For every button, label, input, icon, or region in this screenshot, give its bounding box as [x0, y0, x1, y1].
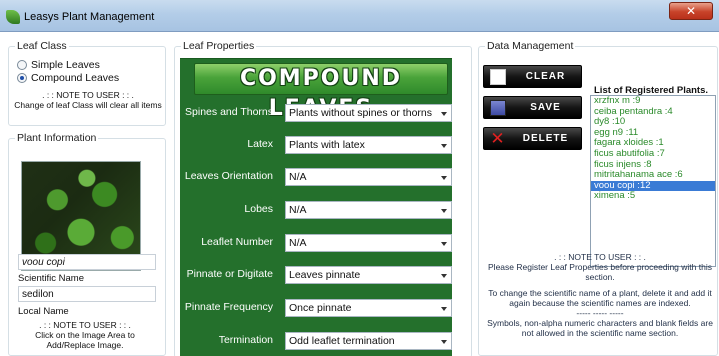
- compound-leaves-label: Compound Leaves: [31, 72, 120, 84]
- plant-information-title: Plant Information: [15, 132, 99, 144]
- chevron-down-icon: [441, 144, 447, 148]
- list-item[interactable]: fagara xloides :1: [591, 138, 715, 149]
- list-item[interactable]: xrzfnx m :9: [591, 96, 715, 107]
- leaf-class-group: Leaf Class Simple Leaves Compound Leaves…: [8, 40, 166, 126]
- leaf-class-note-heading: . : : NOTE TO USER : : .: [42, 90, 134, 100]
- list-item[interactable]: dy8 :10: [591, 117, 715, 128]
- chevron-down-icon: [441, 274, 447, 278]
- chevron-down-icon: [441, 307, 447, 311]
- scientific-name-field[interactable]: sedilon: [18, 286, 156, 302]
- clear-button-label: CLEAR: [525, 71, 566, 82]
- chevron-down-icon: [441, 242, 447, 246]
- plant-info-note-heading: . : : NOTE TO USER : : .: [39, 320, 131, 330]
- chevron-down-icon: [441, 112, 447, 116]
- list-item[interactable]: egg n9 :11: [591, 128, 715, 139]
- latex-label: Latex: [247, 138, 273, 150]
- radio-icon: [17, 60, 27, 70]
- data-mgmt-note-1: Please Register Leaf Properties before p…: [488, 262, 712, 282]
- plant-app-icon: [6, 10, 20, 24]
- leaf-properties-title: Leaf Properties: [181, 40, 257, 52]
- leaflet-number-label: Leaflet Number: [201, 236, 273, 248]
- blank-page-icon: [490, 69, 506, 85]
- plant-info-note: Click on the Image Area to Add/Replace I…: [35, 330, 135, 350]
- list-item[interactable]: ficus abutifolia :7: [591, 149, 715, 160]
- lobes-label: Lobes: [244, 203, 273, 215]
- leaves-orientation-label: Leaves Orientation: [184, 170, 273, 182]
- compound-leaves-radio[interactable]: Compound Leaves: [17, 72, 119, 84]
- termination-value: Odd leaflet termination: [289, 335, 395, 347]
- plant-image-caption: voou copi: [18, 254, 156, 270]
- data-mgmt-note-heading: . : : NOTE TO USER : : .: [554, 252, 646, 262]
- spines-thorns-select[interactable]: Plants without spines or thorns: [285, 104, 452, 122]
- data-mgmt-note-3: Symbols, non-alpha numeric characters an…: [487, 318, 713, 338]
- list-item[interactable]: mitritahanama ace :6: [591, 170, 715, 181]
- leaves-orientation-select[interactable]: N/A: [285, 168, 452, 186]
- floppy-disk-icon: [490, 100, 506, 116]
- chevron-down-icon: [441, 340, 447, 344]
- spines-thorns-label: Spines and Thorns: [185, 106, 273, 118]
- leaf-class-title: Leaf Class: [15, 40, 69, 52]
- local-name-label: Local Name: [18, 306, 69, 317]
- lobes-value: N/A: [289, 204, 307, 216]
- leaves-orientation-value: N/A: [289, 171, 307, 183]
- termination-label: Termination: [218, 334, 273, 346]
- simple-leaves-label: Simple Leaves: [31, 59, 100, 71]
- radio-checked-icon: [17, 73, 27, 83]
- spines-thorns-value: Plants without spines or thorns: [289, 107, 432, 119]
- scientific-name-label: Scientific Name: [18, 273, 84, 284]
- chevron-down-icon: [441, 176, 447, 180]
- delete-button[interactable]: ✕ DELETE: [483, 127, 582, 150]
- title-bar: Leasys Plant Management ✕: [0, 0, 719, 32]
- simple-leaves-radio[interactable]: Simple Leaves: [17, 59, 100, 71]
- red-x-icon: ✕: [490, 129, 506, 148]
- list-item[interactable]: ceiba pentandra :4: [591, 107, 715, 118]
- data-management-title: Data Management: [485, 40, 576, 52]
- window-title: Leasys Plant Management: [24, 11, 155, 23]
- save-button-label: SAVE: [530, 102, 561, 113]
- pinnate-digitate-label: Pinnate or Digitate: [186, 268, 273, 280]
- chevron-down-icon: [441, 209, 447, 213]
- latex-value: Plants with latex: [289, 139, 365, 151]
- leaflet-number-value: N/A: [289, 237, 307, 249]
- latex-select[interactable]: Plants with latex: [285, 136, 452, 154]
- pinnate-digitate-value: Leaves pinnate: [289, 269, 361, 281]
- leaflet-number-select[interactable]: N/A: [285, 234, 452, 252]
- data-mgmt-note-2: To change the scientific name of a plant…: [488, 288, 712, 308]
- pinnate-frequency-label: Pinnate Frequency: [184, 301, 273, 313]
- main-window: Leaf Class Simple Leaves Compound Leaves…: [0, 32, 719, 356]
- termination-select[interactable]: Odd leaflet termination: [285, 332, 452, 350]
- lobes-select[interactable]: N/A: [285, 201, 452, 219]
- pinnate-frequency-value: Once pinnate: [289, 302, 352, 314]
- leaf-class-note: Change of leaf Class will clear all item…: [14, 100, 162, 110]
- pinnate-frequency-select[interactable]: Once pinnate: [285, 299, 452, 317]
- list-item-selected[interactable]: voou copi :12: [591, 180, 715, 192]
- close-icon: ✕: [685, 4, 697, 18]
- list-item[interactable]: ximena :5: [591, 191, 715, 202]
- data-mgmt-separator: ----- ----- -----: [576, 308, 624, 318]
- list-item[interactable]: ficus injens :8: [591, 160, 715, 171]
- delete-button-label: DELETE: [522, 133, 569, 144]
- registered-plants-list[interactable]: xrzfnx m :9 ceiba pentandra :4 dy8 :10 e…: [590, 95, 716, 267]
- save-button[interactable]: SAVE: [483, 96, 582, 119]
- close-button[interactable]: ✕: [669, 2, 713, 20]
- pinnate-digitate-select[interactable]: Leaves pinnate: [285, 266, 452, 284]
- compound-leaves-banner: COMPOUND LEAVES: [194, 63, 448, 121]
- clear-button[interactable]: CLEAR: [483, 65, 582, 88]
